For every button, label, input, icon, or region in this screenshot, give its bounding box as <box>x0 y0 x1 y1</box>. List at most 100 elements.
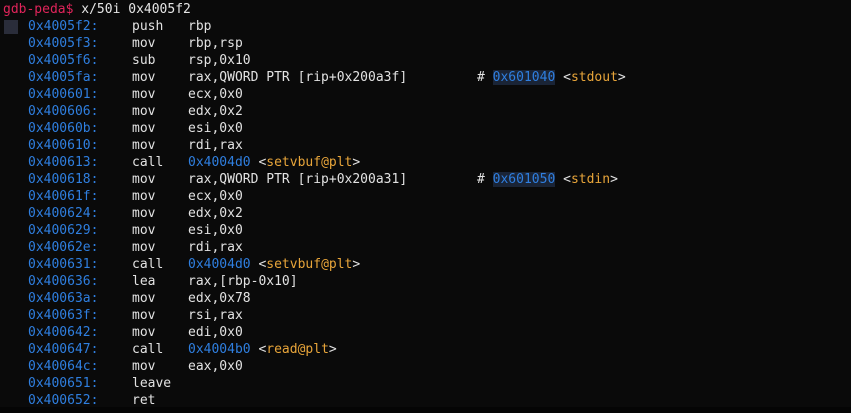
comment-address: 0x601040 <box>492 70 556 85</box>
instruction-address: 0x400647: <box>28 342 99 357</box>
instruction-row: 0x400606: mov edx,0x2 <box>0 103 851 120</box>
instruction-address: 0x4005f6: <box>28 53 99 68</box>
comment-symbol: stdin <box>570 172 611 187</box>
instruction-comment: # 0x601040 <stdout> <box>477 70 626 85</box>
instruction-mnemonic: mov <box>132 104 156 119</box>
instruction-row: 0x4005f3: mov rbp,rsp <box>0 35 851 52</box>
instruction-row: 0x400618: mov rax,QWORD PTR [rip+0x200a31]… <box>0 171 851 188</box>
instruction-row: 0x40061f: mov ecx,0x0 <box>0 188 851 205</box>
disassembly-listing: 0x4005f2: push rbp 0x4005f3: mov rbp,rsp 0x400… <box>0 18 851 409</box>
instruction-operands: rdi,rax <box>188 138 243 153</box>
symbol-close-bracket: > <box>352 155 361 170</box>
symbol-close-bracket: > <box>352 257 361 272</box>
instruction-mnemonic: lea <box>132 274 156 289</box>
instruction-address: 0x40064c: <box>28 359 99 374</box>
instruction-address: 0x40061f: <box>28 189 99 204</box>
instruction-mnemonic: mov <box>132 325 156 340</box>
instruction-address: 0x4005f3: <box>28 36 99 51</box>
gdb-prompt: gdb-peda$ <box>3 2 74 17</box>
command-text: x/50i 0x4005f2 <box>81 2 191 17</box>
instruction-mnemonic: mov <box>132 121 156 136</box>
instruction-address: 0x400636: <box>28 274 99 289</box>
call-target-address: 0x4004d0 <box>188 155 251 170</box>
instruction-mnemonic: mov <box>132 291 156 306</box>
instruction-operands: 0x4004b0 <read@plt> <box>188 341 337 358</box>
instruction-address: 0x400624: <box>28 206 99 221</box>
instruction-row: 0x40063f: mov rsi,rax <box>0 307 851 324</box>
instruction-address: 0x40063f: <box>28 308 99 323</box>
instruction-operands: ecx,0x0 <box>188 189 243 204</box>
instruction-row: 0x400647: call 0x4004b0 <read@plt> <box>0 341 851 358</box>
instruction-address: 0x400601: <box>28 87 99 102</box>
instruction-row: 0x400601: mov ecx,0x0 <box>0 86 851 103</box>
instruction-address: 0x400606: <box>28 104 99 119</box>
instruction-address: 0x400631: <box>28 257 99 272</box>
instruction-operands: edx,0x2 <box>188 206 243 221</box>
instruction-operands: esi,0x0 <box>188 121 243 136</box>
instruction-row: 0x400629: mov esi,0x0 <box>0 222 851 239</box>
instruction-row: 0x400631: call 0x4004d0 <setvbuf@plt> <box>0 256 851 273</box>
instruction-row: 0x40060b: mov esi,0x0 <box>0 120 851 137</box>
instruction-mnemonic: sub <box>132 53 156 68</box>
instruction-operands: eax,0x0 <box>188 359 243 374</box>
instruction-row: 0x400610: mov rdi,rax <box>0 137 851 154</box>
comment-hash: # <box>477 172 485 187</box>
instruction-address: 0x40063a: <box>28 291 99 306</box>
instruction-operands: rbp,rsp <box>188 36 243 51</box>
instruction-mnemonic: mov <box>132 206 156 221</box>
instruction-row: 0x400624: mov edx,0x2 <box>0 205 851 222</box>
instruction-row: 0x400636: lea rax,[rbp-0x10] <box>0 273 851 290</box>
instruction-row: 0x400642: mov edi,0x0 <box>0 324 851 341</box>
instruction-operands: edx,0x2 <box>188 104 243 119</box>
instruction-address: 0x400642: <box>28 325 99 340</box>
instruction-operands: ecx,0x0 <box>188 87 243 102</box>
instruction-address: 0x40062e: <box>28 240 99 255</box>
instruction-mnemonic: mov <box>132 36 156 51</box>
instruction-comment: # 0x601050 <stdin> <box>477 172 618 187</box>
terminal-bottom-edge <box>0 407 851 413</box>
instruction-operands: rax,QWORD PTR [rip+0x200a3f] <box>188 70 408 85</box>
command-line[interactable]: gdb-peda$ x/50i 0x4005f2 <box>3 1 191 18</box>
instruction-operands: rdi,rax <box>188 240 243 255</box>
instruction-address: 0x400618: <box>28 172 99 187</box>
instruction-operands: rax,QWORD PTR [rip+0x200a31] <box>188 172 408 187</box>
instruction-operands: rsi,rax <box>188 308 243 323</box>
cursor-block <box>4 20 18 34</box>
instruction-operands: rsp,0x10 <box>188 53 251 68</box>
instruction-mnemonic: push <box>132 19 164 34</box>
instruction-operands: 0x4004d0 <setvbuf@plt> <box>188 154 360 171</box>
instruction-mnemonic: mov <box>132 308 156 323</box>
instruction-mnemonic: mov <box>132 172 156 187</box>
instruction-operands: rax,[rbp-0x10] <box>188 274 298 289</box>
comment-hash: # <box>477 70 485 85</box>
instruction-mnemonic: mov <box>132 189 156 204</box>
instruction-row: 0x40063a: mov edx,0x78 <box>0 290 851 307</box>
instruction-address: 0x400629: <box>28 223 99 238</box>
instruction-operands: edi,0x0 <box>188 325 243 340</box>
instruction-row: 0x40064c: mov eax,0x0 <box>0 358 851 375</box>
instruction-mnemonic: mov <box>132 87 156 102</box>
instruction-mnemonic: call <box>132 155 164 170</box>
instruction-mnemonic: mov <box>132 223 156 238</box>
instruction-operands: esi,0x0 <box>188 223 243 238</box>
comment-symbol: stdout <box>570 70 618 85</box>
instruction-row: 0x4005fa: mov rax,QWORD PTR [rip+0x200a3f]… <box>0 69 851 86</box>
instruction-mnemonic: mov <box>132 138 156 153</box>
instruction-mnemonic: call <box>132 257 164 272</box>
instruction-row: 0x400613: call 0x4004d0 <setvbuf@plt> <box>0 154 851 171</box>
instruction-row: 0x40062e: mov rdi,rax <box>0 239 851 256</box>
instruction-mnemonic: mov <box>132 359 156 374</box>
instruction-mnemonic: call <box>132 342 164 357</box>
instruction-mnemonic: mov <box>132 240 156 255</box>
call-target-address: 0x4004b0 <box>188 342 251 357</box>
call-target-address: 0x4004d0 <box>188 257 251 272</box>
instruction-address: 0x400613: <box>28 155 99 170</box>
instruction-operands: 0x4004d0 <setvbuf@plt> <box>188 256 360 273</box>
symbol-close-bracket: > <box>328 342 337 357</box>
call-target-symbol: read@plt <box>266 342 329 357</box>
instruction-row: 0x4005f6: sub rsp,0x10 <box>0 52 851 69</box>
instruction-address: 0x400651: <box>28 376 99 391</box>
instruction-address: 0x4005fa: <box>28 70 99 85</box>
instruction-mnemonic: mov <box>132 70 156 85</box>
terminal-window[interactable]: gdb-peda$ x/50i 0x4005f2 0x4005f2: push rb… <box>0 0 851 413</box>
